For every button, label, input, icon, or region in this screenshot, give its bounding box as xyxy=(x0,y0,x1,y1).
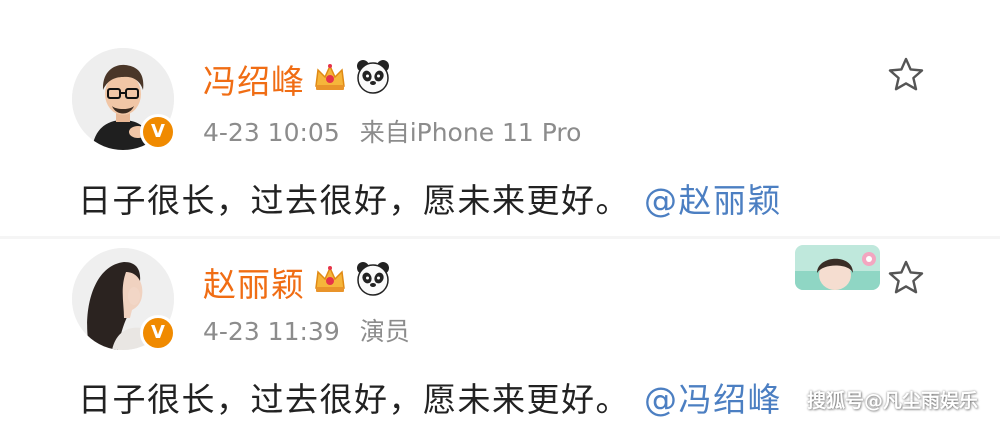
post-meta: 4-23 11:39 演员 xyxy=(203,312,422,348)
crown-icon xyxy=(315,64,345,90)
post-text: 日子很长，过去很好，愿未来更好。 @冯绍峰 xyxy=(78,373,782,421)
card-decoration-image xyxy=(795,245,880,290)
verified-v-icon: V xyxy=(140,114,176,150)
username[interactable]: 冯绍峰 xyxy=(203,55,305,103)
username[interactable]: 赵丽颖 xyxy=(203,258,305,306)
post-content: 日子很长，过去很好，愿未来更好。 xyxy=(78,380,630,419)
post-text: 日子很长，过去很好，愿未来更好。 @赵丽颖 xyxy=(78,174,782,222)
verified-v-icon: V xyxy=(140,315,176,351)
mention-link[interactable]: @赵丽颖 xyxy=(644,181,782,220)
timestamp: 4-23 11:39 xyxy=(203,317,340,346)
star-icon[interactable] xyxy=(886,55,926,95)
post-divider xyxy=(0,236,1000,239)
post-content: 日子很长，过去很好，愿未来更好。 xyxy=(78,181,630,220)
timestamp: 4-23 10:05 xyxy=(203,118,340,147)
post-source: 来自iPhone 11 Pro xyxy=(359,118,582,147)
star-icon[interactable] xyxy=(886,258,926,298)
post-meta: 4-23 10:05 来自iPhone 11 Pro xyxy=(203,113,593,149)
weibo-post: V 冯绍峰 4-23 10:05 来自iPhone 11 Pro 日子很长，过去… xyxy=(0,0,1000,232)
card-decoration[interactable] xyxy=(795,245,880,290)
crown-icon xyxy=(315,266,345,292)
panda-icon xyxy=(357,60,389,94)
panda-icon xyxy=(357,262,389,296)
post-source: 演员 xyxy=(359,317,410,346)
watermark: 搜狐号@凡尘雨娱乐 xyxy=(806,390,978,412)
mention-link[interactable]: @冯绍峰 xyxy=(644,380,782,419)
